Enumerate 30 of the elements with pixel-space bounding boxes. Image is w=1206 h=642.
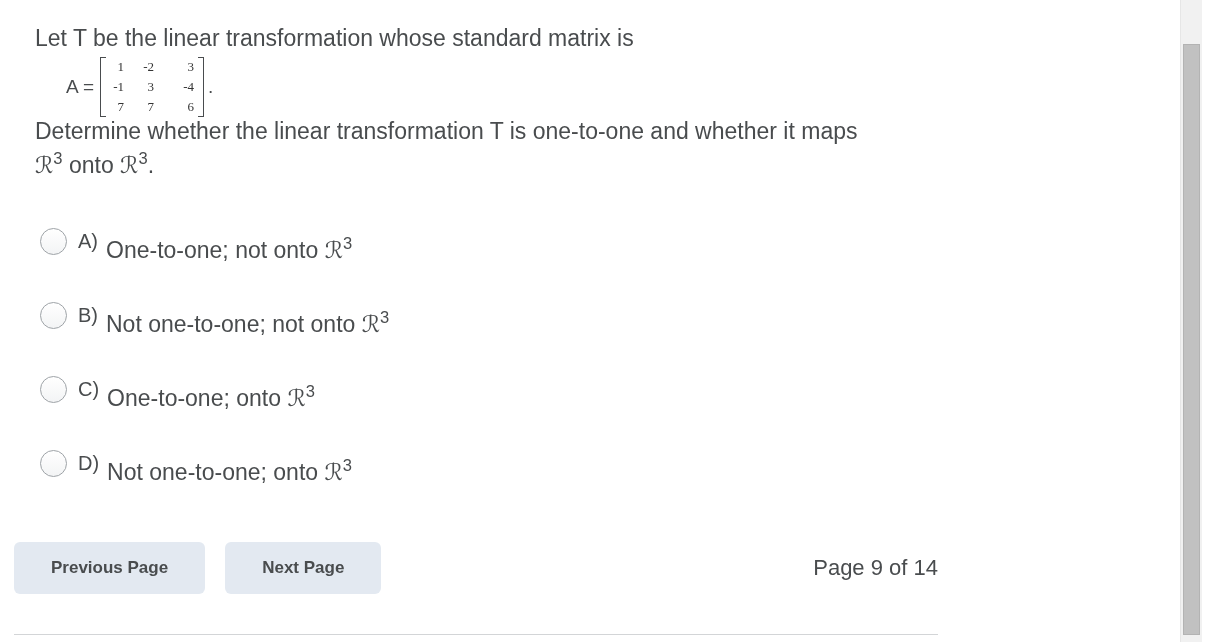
matrix-entry: 6 — [187, 98, 194, 116]
matrix-entry: 3 — [147, 78, 154, 96]
page-nav-button[interactable]: Previous Page — [14, 542, 206, 594]
radio-button[interactable] — [40, 376, 67, 403]
matrix-entry: -1 — [113, 78, 124, 96]
choice-letter: C) — [78, 377, 100, 401]
radio-button[interactable] — [40, 228, 67, 255]
choice-text: One-to-one; not onto ℛ$^{3}$ — [106, 237, 353, 263]
choice-letter: B) — [78, 303, 98, 327]
question-text: Let T be the linear transformation whose standard matrix is — [35, 24, 635, 52]
question-text: Determine whether the linear transformation T is one-to-one and whether it maps ℛ$^{3}$ onto ℛ$^{3}$. — [35, 117, 859, 180]
punctuation: . — [208, 76, 214, 98]
matrix-entry: 1 — [117, 58, 124, 76]
matrix-entry: -2 — [143, 58, 154, 76]
page-nav-button[interactable]: Next Page — [225, 542, 382, 594]
matrix-entry: 3 — [187, 58, 194, 76]
page-indicator: Page 9 of 14 — [813, 555, 938, 581]
scrollbar[interactable] — [1180, 0, 1202, 642]
matrix-entry: -4 — [183, 78, 194, 96]
radio-button[interactable] — [40, 450, 67, 477]
choice-text: Not one-to-one; onto ℛ$^{3}$ — [107, 459, 353, 485]
matrix-entry: 7 — [147, 98, 154, 116]
radio-button[interactable] — [40, 302, 67, 329]
matrix-label: A = — [66, 76, 94, 98]
choice-text: One-to-one; onto ℛ$^{3}$ — [107, 385, 315, 411]
choice-letter: D) — [78, 451, 100, 475]
choice-text: Not one-to-one; not onto ℛ$^{3}$ — [106, 311, 390, 337]
scrollbar-thumb[interactable] — [1183, 44, 1200, 635]
choice-letter: A) — [78, 229, 98, 253]
matrix-entry: 7 — [117, 98, 124, 116]
